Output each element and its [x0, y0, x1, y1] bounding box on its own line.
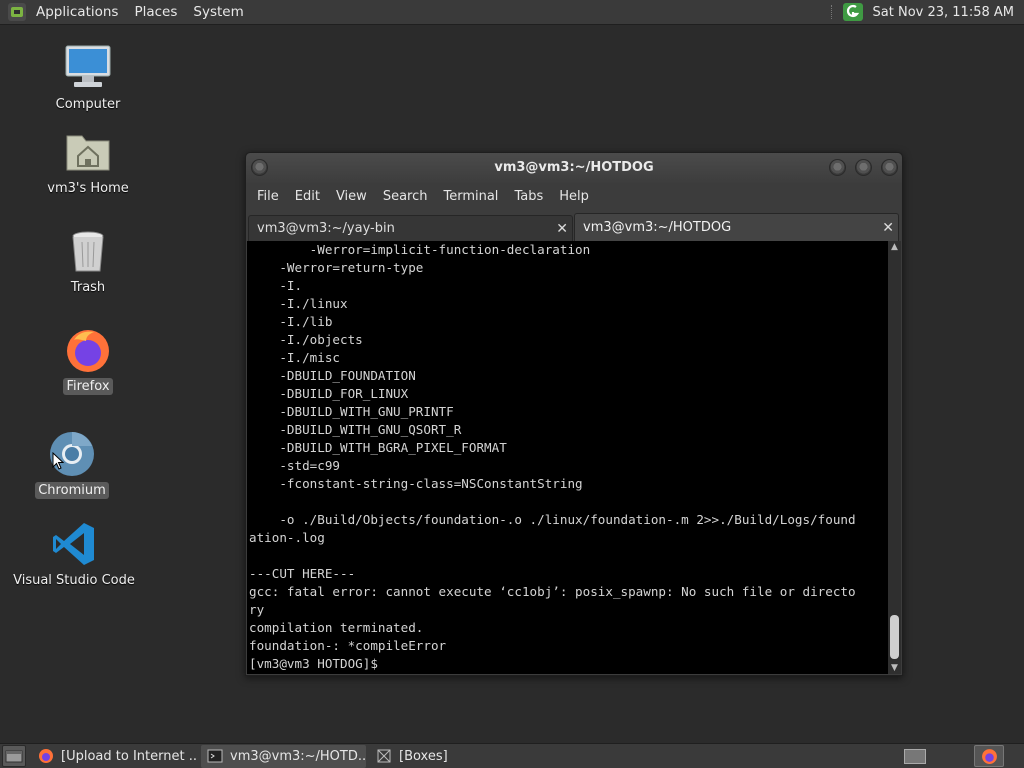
desktop-icon-label: Firefox [63, 378, 113, 395]
close-tab-icon[interactable]: ✕ [556, 216, 568, 242]
distro-logo-icon[interactable] [8, 3, 26, 21]
close-button[interactable] [881, 159, 898, 176]
taskbar-item-firefox[interactable]: [Upload to Internet ... [32, 745, 197, 768]
window-titlebar[interactable]: vm3@vm3:~/HOTDOG [246, 153, 902, 183]
terminal-line: -I./linux [249, 296, 348, 311]
minimize-button[interactable] [829, 159, 846, 176]
menu-help[interactable]: Help [551, 183, 597, 211]
terminal-scrollbar[interactable]: ▲ ▼ [888, 241, 901, 674]
menu-tabs[interactable]: Tabs [506, 183, 551, 211]
desktop-icon-label: Chromium [35, 482, 109, 499]
terminal-line: -fconstant-string-class=NSConstantString [249, 476, 583, 491]
applications-menu[interactable]: Applications [28, 0, 126, 25]
firefox-icon [64, 326, 112, 374]
desktop-icon-trash[interactable]: Trash [18, 227, 158, 296]
terminal-line: foundation-: *compileError [249, 638, 447, 653]
scroll-down-arrow-icon[interactable]: ▼ [888, 662, 901, 674]
terminal-window[interactable]: vm3@vm3:~/HOTDOG File Edit View Search T… [245, 152, 903, 676]
computer-icon [64, 44, 112, 92]
terminal-line: -I./objects [249, 332, 363, 347]
window-menu-button[interactable] [251, 159, 268, 176]
terminal-line: -DBUILD_WITH_BGRA_PIXEL_FORMAT [249, 440, 507, 455]
scroll-up-arrow-icon[interactable]: ▲ [888, 241, 901, 253]
window-title: vm3@vm3:~/HOTDOG [494, 160, 654, 175]
show-desktop-icon[interactable] [2, 745, 26, 767]
terminal-line: -DBUILD_FOUNDATION [249, 368, 416, 383]
vscode-icon [50, 520, 98, 568]
desktop-icon-label: Trash [70, 280, 106, 295]
menu-edit[interactable]: Edit [287, 183, 328, 211]
taskbar-item-label: vm3@vm3:~/HOTD... [230, 748, 366, 764]
terminal-text[interactable]: -Werror=implicit-function-declaration -W… [249, 241, 889, 673]
terminal-line: compilation terminated. [249, 620, 424, 635]
system-menu[interactable]: System [185, 0, 251, 25]
firefox-icon [38, 748, 54, 764]
terminal-line: -o ./Build/Objects/foundation-.o ./linux… [249, 512, 856, 527]
tab-hotdog[interactable]: vm3@vm3:~/HOTDOG ✕ [574, 213, 899, 241]
desktop-icon-computer[interactable]: Computer [18, 44, 158, 113]
menu-terminal[interactable]: Terminal [435, 183, 506, 211]
terminal-line: -std=c99 [249, 458, 340, 473]
terminal-tab-bar: vm3@vm3:~/yay-bin ✕ vm3@vm3:~/HOTDOG ✕ [246, 211, 902, 241]
terminal-line: -DBUILD_FOR_LINUX [249, 386, 409, 401]
places-menu[interactable]: Places [126, 0, 185, 25]
clock[interactable]: Sat Nov 23, 11:58 AM [873, 5, 1014, 20]
maximize-button[interactable] [855, 159, 872, 176]
taskbar-item-boxes[interactable]: [Boxes] [370, 745, 535, 768]
tab-label: vm3@vm3:~/yay-bin [257, 221, 395, 236]
terminal-line: gcc: fatal error: cannot execute ‘cc1obj… [249, 584, 856, 599]
taskbar-item-terminal[interactable]: vm3@vm3:~/HOTD... [201, 744, 366, 768]
bottom-panel: [Upload to Internet ... vm3@vm3:~/HOTD..… [0, 743, 1024, 768]
desktop-icon-label: Visual Studio Code [13, 573, 135, 588]
home-folder-icon [64, 128, 112, 176]
menu-file[interactable]: File [249, 183, 287, 211]
menu-view[interactable]: View [328, 183, 375, 211]
tab-yay-bin[interactable]: vm3@vm3:~/yay-bin ✕ [248, 215, 573, 241]
terminal-line: -DBUILD_WITH_GNU_QSORT_R [249, 422, 462, 437]
update-manager-icon[interactable] [842, 3, 863, 21]
mouse-cursor-icon [52, 452, 64, 470]
terminal-line: ---CUT HERE--- [249, 566, 356, 581]
terminal-line: -I. [249, 278, 303, 293]
trash-icon [64, 227, 112, 275]
menu-search[interactable]: Search [375, 183, 436, 211]
terminal-output[interactable]: -Werror=implicit-function-declaration -W… [247, 241, 901, 674]
terminal-line: [vm3@vm3 HOTDOG]$ [249, 656, 386, 671]
desktop-icon-label: vm3's Home [47, 181, 129, 196]
top-panel: Applications Places System Sat Nov 23, 1… [0, 0, 1024, 25]
panel-separator [830, 5, 833, 19]
terminal-line: -Werror=return-type [249, 260, 424, 275]
terminal-menubar: File Edit View Search Terminal Tabs Help [246, 183, 902, 211]
desktop-icon-chromium[interactable]: Chromium [2, 430, 142, 499]
desktop-icon-firefox[interactable]: Firefox [18, 326, 158, 395]
boxes-icon [376, 748, 392, 764]
desktop-icon-home[interactable]: vm3's Home [18, 128, 158, 197]
desktop-icon-label: Computer [55, 97, 121, 112]
close-tab-icon[interactable]: ✕ [882, 214, 894, 242]
terminal-line: -I./lib [249, 314, 333, 329]
tab-label: vm3@vm3:~/HOTDOG [583, 220, 732, 235]
terminal-icon [207, 748, 223, 764]
terminal-line: ation-.log [249, 530, 325, 545]
tray-firefox-icon[interactable] [974, 745, 1004, 767]
taskbar-item-label: [Upload to Internet ... [61, 748, 197, 764]
terminal-line: ry [249, 602, 265, 617]
terminal-line: -DBUILD_WITH_GNU_PRINTF [249, 404, 454, 419]
desktop-icon-vscode[interactable]: Visual Studio Code [4, 520, 144, 589]
terminal-line: -I./misc [249, 350, 340, 365]
terminal-line: -Werror=implicit-function-declaration [249, 242, 591, 257]
taskbar-item-label: [Boxes] [399, 748, 448, 764]
scrollbar-thumb[interactable] [890, 615, 899, 659]
workspace-switcher[interactable] [904, 748, 926, 764]
